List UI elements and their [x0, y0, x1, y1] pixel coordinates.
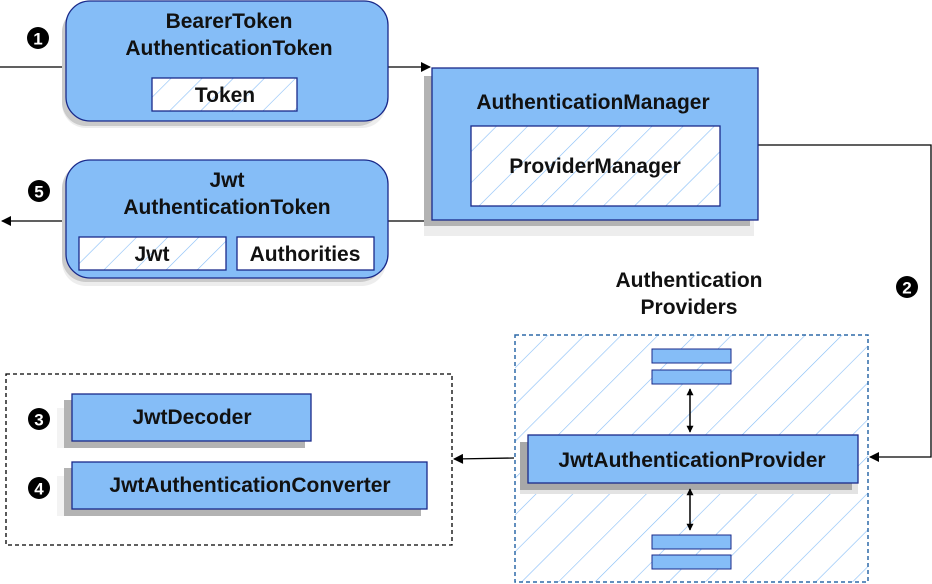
step-4-number: 4 — [34, 480, 44, 499]
jwt-token-title-1: Jwt — [209, 169, 244, 192]
provider-stack-bottom-1 — [651, 534, 732, 550]
step-1-number: 1 — [33, 30, 42, 49]
step-3-number: 3 — [34, 411, 43, 430]
provider-stack-bottom-2 — [651, 554, 732, 570]
auth-manager-node[interactable]: AuthenticationManager ProviderManager — [424, 67, 759, 236]
step-5-badge: 5 — [28, 180, 50, 202]
step-5-number: 5 — [34, 183, 43, 202]
provider-manager-label: ProviderManager — [509, 155, 681, 178]
jwt-auth-provider-label: JwtAuthenticationProvider — [558, 449, 825, 472]
bearer-token-title-2: AuthenticationToken — [125, 37, 332, 60]
jwt-field-label: Jwt — [134, 243, 169, 266]
step-3-badge: 3 — [28, 408, 50, 430]
provider-stack-top-1 — [651, 348, 732, 364]
jwt-token-node[interactable]: Jwt AuthenticationToken Jwt Authorities — [62, 159, 389, 286]
jwt-decoder-label: JwtDecoder — [132, 406, 251, 429]
provider-stack-top-2 — [651, 369, 732, 385]
step-1-badge: 1 — [27, 27, 49, 49]
providers-title-2: Providers — [641, 296, 738, 319]
arrow-provider-to-components — [453, 453, 515, 464]
step-2-badge: 2 — [896, 276, 918, 298]
jwt-token-title-2: AuthenticationToken — [123, 196, 330, 219]
providers-group: Authentication Providers JwtAuthenticati… — [514, 269, 869, 583]
bearer-token-node[interactable]: BearerToken AuthenticationToken Token — [62, 0, 389, 128]
auth-manager-title: AuthenticationManager — [476, 91, 709, 114]
step-4-badge: 4 — [28, 477, 50, 499]
bearer-token-title-1: BearerToken — [166, 10, 293, 33]
token-field-label: Token — [195, 84, 255, 107]
authorities-field-label: Authorities — [250, 243, 361, 266]
step-2-number: 2 — [902, 279, 911, 298]
jwt-converter-label: JwtAuthenticationConverter — [109, 474, 390, 497]
components-group: JwtDecoder JwtAuthenticationConverter — [5, 373, 453, 546]
auth-flow-diagram: BearerToken AuthenticationToken Token Jw… — [0, 0, 932, 583]
providers-title-1: Authentication — [616, 269, 763, 292]
